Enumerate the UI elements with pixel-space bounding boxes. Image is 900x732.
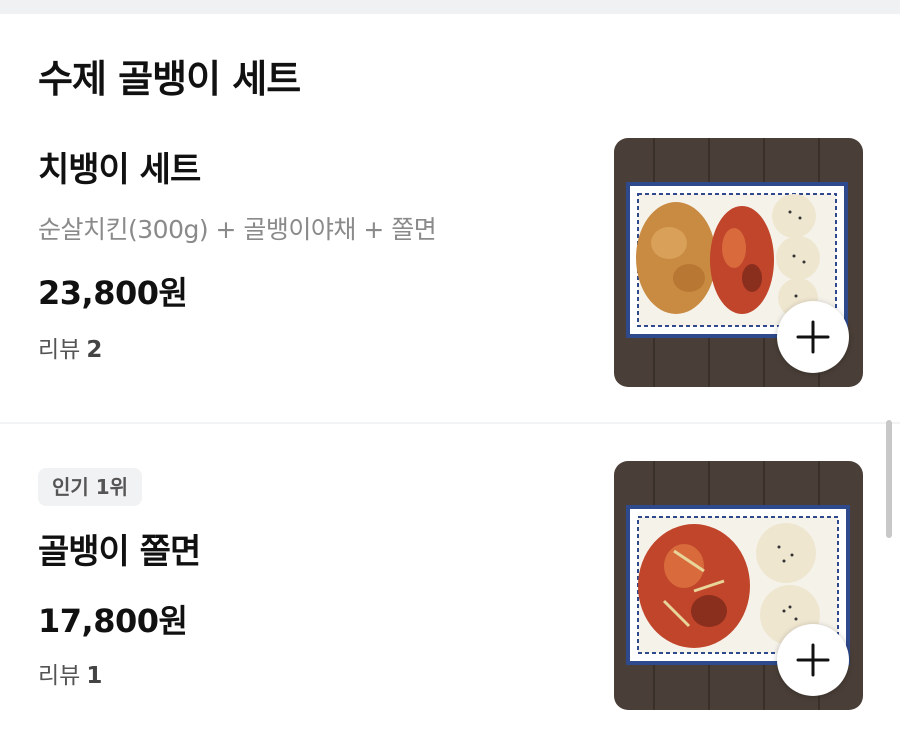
add-button[interactable] (777, 624, 849, 696)
review-label: 리뷰 (38, 337, 81, 363)
menu-item-image[interactable] (614, 461, 863, 710)
menu-item-name: 치뱅이 세트 (38, 150, 201, 190)
menu-item-name: 골뱅이 쫄면 (38, 532, 201, 572)
plus-icon (796, 643, 830, 677)
scrollbar[interactable] (886, 420, 892, 538)
review-label: 리뷰 (38, 663, 81, 689)
menu-item-image[interactable] (614, 138, 863, 387)
menu-item-description: 순살치킨(300g) + 골뱅이야채 + 쫄면 (38, 215, 437, 244)
popular-badge: 인기 1위 (38, 468, 143, 506)
review-count: 2 (86, 337, 103, 363)
review-count: 1 (86, 663, 103, 689)
menu-item-price: 17,800원 (38, 602, 188, 640)
menu-item-golbaengi-jjolmyeon[interactable]: 인기 1위 골뱅이 쫄면 17,800원 리뷰 1 (0, 424, 900, 732)
menu-item-review: 리뷰 1 (38, 656, 102, 690)
menu-item-review: 리뷰 2 (38, 330, 102, 364)
menu-item-chibaengi-set[interactable]: 치뱅이 세트 순살치킨(300g) + 골뱅이야채 + 쫄면 23,800원 리… (0, 120, 900, 422)
plus-icon (796, 320, 830, 354)
menu-item-price: 23,800원 (38, 274, 188, 312)
section-title: 수제 골뱅이 세트 (38, 57, 301, 101)
top-bar (0, 0, 900, 14)
add-button[interactable] (777, 301, 849, 373)
